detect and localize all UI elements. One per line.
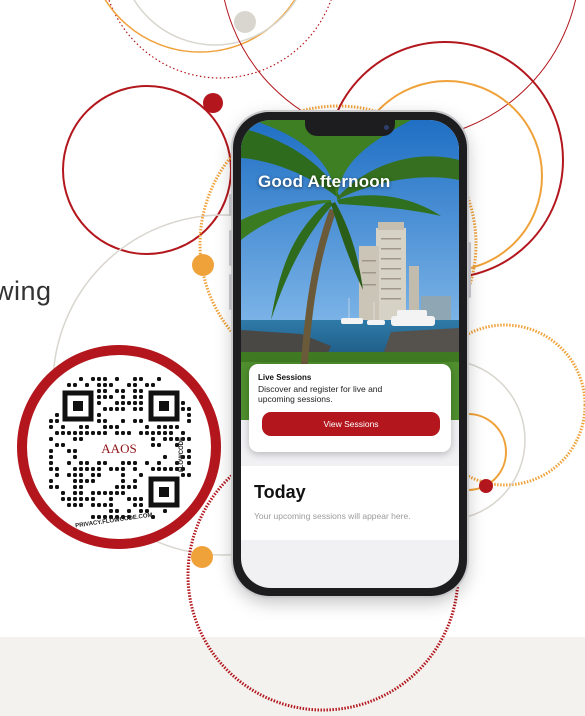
today-heading: Today [254, 482, 306, 502]
red-dot-top [203, 93, 223, 113]
red-ring-left [62, 85, 232, 255]
gray-ring-top [133, 0, 297, 46]
qr-code-badge[interactable]: AAOS FLOWCODE PRIVACY.FLOWCODE.COM [17, 345, 221, 549]
gray-dot [234, 11, 256, 33]
phone-screen: Good Afternoon Today Your upcoming sessi… [241, 120, 459, 588]
phone-power-button [468, 242, 471, 298]
live-sessions-title: Live Sessions [258, 373, 312, 382]
phone-mockup: Good Afternoon Today Your upcoming sessi… [229, 112, 471, 596]
orange-dot-bottom [191, 546, 213, 568]
live-sessions-card: Live Sessions Discover and register for … [249, 364, 451, 452]
flowcode-brand-text: FLOWCODE [179, 437, 185, 472]
phone-notch [305, 120, 395, 136]
front-camera-icon [384, 125, 389, 130]
partial-heading-text: wing [0, 276, 52, 306]
greeting-heading: Good Afternoon [258, 172, 391, 191]
orange-dot-left [192, 254, 214, 276]
today-panel [241, 466, 459, 540]
today-empty-message: Your upcoming sessions will appear here. [254, 511, 411, 521]
view-sessions-button[interactable]: View Sessions [262, 412, 440, 436]
today-section: Today Your upcoming sessions will appear… [241, 466, 459, 588]
red-dot-right [479, 479, 493, 493]
qr-code-area: AAOS FLOWCODE PRIVACY.FLOWCODE.COM [27, 355, 211, 539]
phone-side-button-left [229, 194, 232, 216]
live-sessions-description: Discover and register for live and upcom… [258, 384, 383, 404]
dotted-ring-top [108, 0, 332, 79]
phone-volume-down [229, 274, 232, 310]
aaos-logo: AAOS [89, 439, 149, 459]
phone-volume-up [229, 230, 232, 266]
